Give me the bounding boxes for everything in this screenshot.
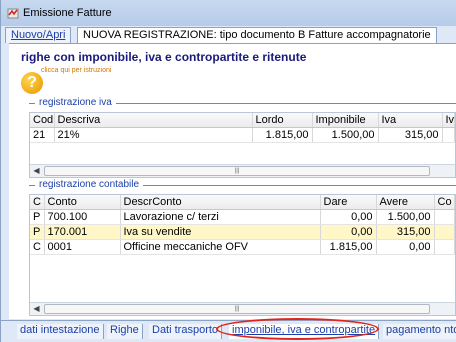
contabile-header-row: C Conto DescrConto Dare Avere Co — [30, 195, 455, 210]
tab-dati-trasporto[interactable]: Dati trasporto — [149, 324, 223, 339]
help-link[interactable]: ? clicca qui per istruzioni — [21, 67, 111, 94]
cell-avere[interactable]: 315,00 — [376, 224, 435, 240]
cell-imponibile[interactable]: 1.500,00 — [312, 127, 379, 143]
iva-hscroll[interactable]: ◀ ||| — [30, 164, 455, 177]
col-dare[interactable]: Dare — [320, 195, 377, 210]
cell-c[interactable]: P — [30, 209, 45, 225]
contabile-grid: C Conto DescrConto Dare Avere Co P 700.1… — [29, 194, 456, 316]
cell-conto[interactable]: 170.001 — [44, 224, 121, 240]
iva-group: registrazione iva Cod Descriva Lordo Imp… — [29, 97, 456, 185]
cell-dare[interactable]: 1.815,00 — [320, 239, 377, 255]
iva-legend: registrazione iva — [35, 97, 116, 108]
col-c[interactable]: C — [30, 195, 45, 210]
registration-panel: righe con imponibile, iva e contropartit… — [9, 43, 456, 319]
table-row[interactable]: 21 21% 1.815,00 1.500,00 315,00 — [30, 127, 455, 143]
section-heading: righe con imponibile, iva e contropartit… — [21, 50, 307, 64]
cell-descr[interactable]: 21% — [54, 127, 253, 143]
question-icon[interactable]: ? — [21, 72, 43, 94]
app-icon — [7, 8, 19, 19]
contabile-legend: registrazione contabile — [35, 179, 144, 190]
bottom-tab-strip: dati intestazione Righe Dati trasporto i… — [1, 320, 456, 342]
cell-avere[interactable]: 1.500,00 — [376, 209, 435, 225]
cell-co[interactable] — [434, 239, 455, 255]
window-title: Emissione Fatture — [23, 7, 112, 19]
cell-dare[interactable]: 0,00 — [320, 224, 377, 240]
tab-dati-intestazione[interactable]: dati intestazione — [17, 324, 104, 339]
title-bar: Emissione Fatture — [1, 0, 456, 26]
col-imponibile[interactable]: Imponibile — [312, 113, 379, 128]
cell-iva[interactable]: 315,00 — [378, 127, 443, 143]
cell-cod[interactable]: 21 — [30, 127, 55, 143]
cell-descrconto[interactable]: Lavorazione c/ terzi — [120, 209, 321, 225]
cell-conto[interactable]: 0001 — [44, 239, 121, 255]
scroll-thumb[interactable]: ||| — [44, 304, 430, 314]
contabile-hscroll[interactable]: ◀ ||| — [30, 302, 455, 315]
cell-dare[interactable]: 0,00 — [320, 209, 377, 225]
iva-grid: Cod Descriva Lordo Imponibile Iva Iv 21 … — [29, 112, 456, 178]
cell-c[interactable]: C — [30, 239, 45, 255]
table-row[interactable]: C 0001 Officine meccaniche OFV 1.815,00 … — [30, 239, 455, 255]
col-lordo[interactable]: Lordo — [252, 113, 313, 128]
table-row[interactable]: P 170.001 Iva su vendite 0,00 315,00 — [30, 224, 455, 240]
scroll-left-icon[interactable]: ◀ — [30, 165, 43, 177]
cell-descrconto[interactable]: Officine meccaniche OFV — [120, 239, 321, 255]
col-cod[interactable]: Cod — [30, 113, 55, 128]
tab-nuovo-apri[interactable]: Nuovo/Apri — [5, 27, 72, 43]
window: Emissione Fatture Nuovo/Apri NUOVA REGIS… — [0, 0, 456, 342]
cell-lordo[interactable]: 1.815,00 — [252, 127, 313, 143]
tab-pagamento[interactable]: pagamento nto e — [383, 324, 456, 339]
col-co[interactable]: Co — [434, 195, 455, 210]
cell-avere[interactable]: 0,00 — [376, 239, 435, 255]
table-row[interactable]: P 700.100 Lavorazione c/ terzi 0,00 1.50… — [30, 209, 455, 225]
col-descrconto[interactable]: DescrConto — [120, 195, 321, 210]
col-avere[interactable]: Avere — [376, 195, 435, 210]
scroll-left-icon[interactable]: ◀ — [30, 303, 43, 315]
cell-descrconto[interactable]: Iva su vendite — [120, 224, 321, 240]
cell-c[interactable]: P — [30, 224, 45, 240]
top-tab-strip: Nuovo/Apri NUOVA REGISTRAZIONE: tipo doc… — [5, 27, 456, 43]
cell-co[interactable] — [434, 224, 455, 240]
cell-co[interactable] — [434, 209, 455, 225]
col-iva[interactable]: Iva — [378, 113, 443, 128]
col-descriva[interactable]: Descriva — [54, 113, 253, 128]
help-text[interactable]: clicca qui per istruzioni — [41, 67, 111, 74]
scroll-thumb[interactable]: ||| — [44, 166, 430, 176]
tab-nuova-registrazione[interactable]: NUOVA REGISTRAZIONE: tipo documento B Fa… — [77, 27, 437, 43]
col-iv[interactable]: Iv — [442, 113, 455, 128]
iva-header-row: Cod Descriva Lordo Imponibile Iva Iv — [30, 113, 455, 128]
tab-righe[interactable]: Righe — [107, 324, 143, 339]
contabile-group: registrazione contabile C Conto DescrCon… — [29, 179, 456, 316]
tab-imponibile-iva[interactable]: imponibile, iva e contropartite — [229, 324, 380, 339]
cell-conto[interactable]: 700.100 — [44, 209, 121, 225]
cell-iv[interactable] — [442, 127, 455, 143]
col-conto[interactable]: Conto — [44, 195, 121, 210]
